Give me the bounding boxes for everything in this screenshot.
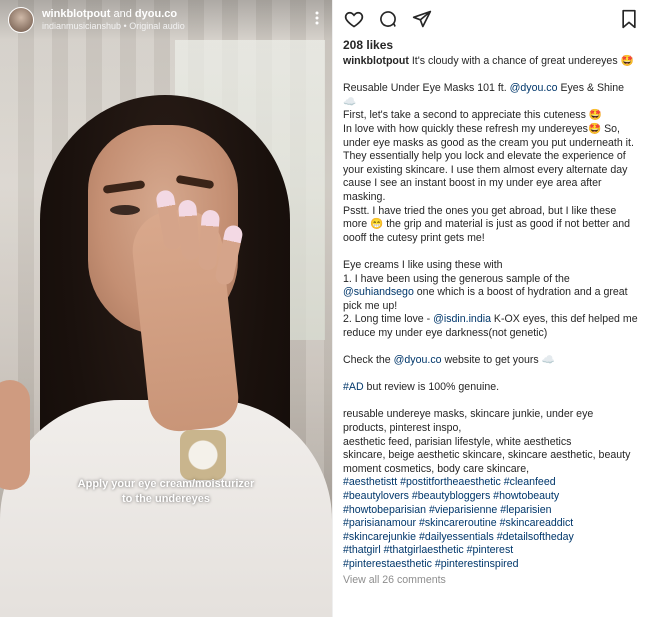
hashtag-line[interactable]: #beautylovers #beautybloggers #howtobeau… (343, 490, 640, 504)
reel-header: winkblotpout and dyou.co indianmusicians… (0, 0, 332, 40)
caption-text: your existing skincare. I use them almos… (343, 163, 628, 176)
hashtag-line[interactable]: #aesthetistt #postitfortheaesthetic #cle… (343, 476, 640, 490)
caption-line: skincare, beige aesthetic skincare, skin… (343, 449, 640, 463)
caption-line: aesthetic feed, parisian lifestyle, whit… (343, 436, 640, 450)
overlay-line: to the undereyes (121, 493, 211, 505)
hashtag-line[interactable]: #howtobeparisian #vieparisienne #leparis… (343, 504, 640, 518)
hashtag-link[interactable]: #AD (343, 381, 364, 393)
caption-text: aesthetic feed, parisian lifestyle, whit… (343, 435, 572, 448)
audio-label[interactable]: indianmusicianshub • Original audio (42, 20, 312, 32)
caption-text: oooff the cutesy print gets me! (343, 231, 485, 244)
left-eye (110, 205, 140, 215)
avatar[interactable] (8, 7, 34, 33)
caption-username[interactable]: winkblotpout (343, 55, 409, 67)
hashtag-line[interactable]: #skincarejunkie #dailyessentials #detail… (343, 531, 640, 545)
overlay-line: Apply your eye cream/moisturizer (77, 478, 255, 490)
author-name[interactable]: winkblotpout (42, 8, 110, 20)
caption-text: but review is 100% genuine. (363, 381, 500, 394)
caption-text: 2. Long time love - (343, 313, 434, 326)
caption-text: Eye creams I like using these with (343, 258, 503, 271)
caption-text: 1. I have been using the generous sample… (343, 272, 570, 285)
view-all-comments-link[interactable]: View all 26 comments (343, 574, 640, 586)
hashtag-line[interactable]: #parisianamour #skincareroutine #skincar… (343, 517, 640, 531)
share-icon[interactable] (411, 8, 433, 30)
caption-text: masking. (343, 190, 386, 203)
and-text: and (113, 8, 132, 20)
person-left-hand (0, 380, 30, 490)
hashtag-list: #aesthetistt #postitfortheaesthetic #cle… (343, 476, 640, 571)
caption-line: In love with how quickly these refresh m… (343, 123, 640, 137)
likes-count[interactable]: 208 likes (343, 38, 640, 52)
caption-line: masking. (343, 191, 640, 205)
hashtag-line[interactable]: #pinterestaesthetic #pinterestinspired (343, 558, 640, 572)
caption-text: one which is a boost of hydration and a … (413, 286, 628, 299)
person-shirt (0, 400, 332, 617)
mention-link[interactable]: @dyou.co (394, 354, 442, 366)
caption-text: First, let's take a second to appreciate… (343, 109, 602, 122)
caption-text: K-OX eyes, this def helped me (490, 313, 638, 326)
caption-text: under eye masks as good as the cream you… (343, 136, 634, 149)
heart-icon[interactable] (343, 8, 365, 30)
caption-line: moment cosmetics, body care skincare, (343, 463, 640, 477)
hashtag-line[interactable]: #thatgirl #thatgirlaesthetic #pinterest (343, 544, 640, 558)
caption-line: @suhiandsego one which is a boost of hyd… (343, 286, 640, 300)
caption-text: reduce my under eye darkness(not genetic… (343, 326, 548, 339)
bookmark-icon[interactable] (618, 8, 640, 30)
caption-text: They essentially help you lock and eleva… (343, 150, 626, 163)
caption-text: more 😁 the grip and material is just as … (343, 218, 631, 231)
caption-line: products, pinterest inspo, (343, 422, 640, 436)
caption-text: website to get yours ☁️ (441, 354, 555, 367)
caption-text: It's cloudy with a chance of great under… (408, 55, 634, 67)
caption-line: Eye creams I like using these with (343, 259, 640, 273)
caption-text: Reusable Under Eye Masks 101 ft. (343, 82, 510, 95)
collab-name[interactable]: dyou.co (135, 8, 177, 20)
caption-line: Check the @dyou.co website to get yours … (343, 354, 640, 368)
caption-line: First, let's take a second to appreciate… (343, 109, 640, 123)
action-bar (343, 8, 640, 30)
caption-lines: Reusable Under Eye Masks 101 ft. @dyou.c… (343, 82, 640, 476)
video-caption-overlay: Apply your eye cream/moisturizer to the … (0, 477, 332, 507)
reel-meta: winkblotpout and dyou.co indianmusicians… (42, 8, 312, 32)
caption-line: your existing skincare. I use them almos… (343, 164, 640, 178)
caption-text: skincare, beige aesthetic skincare, skin… (343, 449, 631, 462)
mention-link[interactable]: @suhiandsego (343, 286, 414, 298)
caption: winkblotpout It's cloudy with a chance o… (343, 55, 640, 572)
reel-authors: winkblotpout and dyou.co (42, 8, 312, 20)
caption-line: reduce my under eye darkness(not genetic… (343, 327, 640, 341)
caption-first-line: winkblotpout It's cloudy with a chance o… (343, 55, 640, 69)
caption-text: pick me up! (343, 299, 398, 312)
comment-icon[interactable] (377, 8, 399, 30)
caption-line: pick me up! (343, 300, 640, 314)
caption-line: cause I see an instant boost in my under… (343, 177, 640, 191)
wristwatch (180, 430, 226, 480)
caption-line: 1. I have been using the generous sample… (343, 273, 640, 287)
caption-line: They essentially help you lock and eleva… (343, 150, 640, 164)
mention-link[interactable]: @dyou.co (510, 82, 558, 94)
caption-line: #AD but review is 100% genuine. (343, 381, 640, 395)
caption-text: products, pinterest inspo, (343, 422, 462, 435)
caption-text: reusable undereye masks, skincare junkie… (343, 408, 594, 421)
caption-line: 2. Long time love - @isdin.india K-OX ey… (343, 313, 640, 327)
caption-text: moment cosmetics, body care skincare, (343, 462, 530, 475)
caption-text: In love with how quickly these refresh m… (343, 122, 620, 135)
post-details: 208 likes winkblotpout It's cloudy with … (332, 0, 650, 617)
more-icon[interactable] (312, 11, 322, 30)
caption-line: Reusable Under Eye Masks 101 ft. @dyou.c… (343, 82, 640, 109)
caption-text: Psstt. I have tried the ones you get abr… (343, 204, 617, 217)
reel-video[interactable]: winkblotpout and dyou.co indianmusicians… (0, 0, 332, 617)
caption-line: reusable undereye masks, skincare junkie… (343, 408, 640, 422)
caption-line: oooff the cutesy print gets me! (343, 232, 640, 246)
caption-text: Check the (343, 354, 394, 367)
instagram-post: winkblotpout and dyou.co indianmusicians… (0, 0, 650, 617)
caption-line: more 😁 the grip and material is just as … (343, 218, 640, 232)
caption-line: Psstt. I have tried the ones you get abr… (343, 205, 640, 219)
caption-line: under eye masks as good as the cream you… (343, 137, 640, 151)
mention-link[interactable]: @isdin.india (433, 313, 491, 325)
caption-text: cause I see an instant boost in my under… (343, 177, 602, 190)
